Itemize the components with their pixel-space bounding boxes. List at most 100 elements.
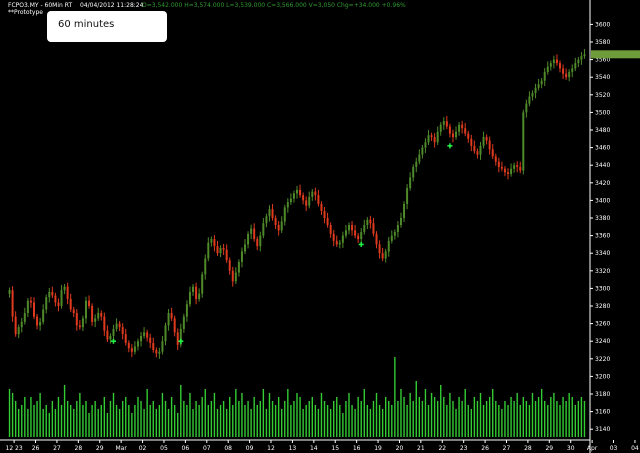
price-bar-down <box>369 215 372 229</box>
bar-body <box>222 247 225 250</box>
price-bar-up <box>543 67 546 86</box>
price-bar-up <box>406 184 409 210</box>
price-bar-down <box>88 295 91 309</box>
price-bar-up <box>292 190 295 203</box>
bar-body <box>448 126 451 134</box>
price-bar-up <box>390 230 393 244</box>
price-bar-up <box>133 341 136 355</box>
price-bar-down <box>323 207 326 224</box>
price-bar-down <box>152 337 155 353</box>
price-bar-up <box>23 307 26 325</box>
bar-body <box>118 323 121 328</box>
price-bar-up <box>268 205 271 222</box>
price-bar-up <box>247 231 250 249</box>
price-bar-down <box>445 115 448 130</box>
price-bar-up <box>439 122 442 136</box>
price-bar-up <box>528 91 531 107</box>
bar-body <box>198 293 201 299</box>
bar-body <box>299 189 302 196</box>
bar-body <box>552 59 555 64</box>
bar-body <box>531 93 534 97</box>
price-bar-down <box>555 54 558 66</box>
bar-body <box>347 225 350 231</box>
price-bar-down <box>32 297 35 320</box>
bar-body <box>500 166 503 169</box>
bar-body <box>415 161 418 167</box>
bar-body <box>39 321 42 326</box>
price-bar-up <box>436 126 439 145</box>
price-bar-up <box>81 315 84 332</box>
x-tick-label: 05 <box>160 445 168 452</box>
y-tick-label: 3540 <box>595 74 610 81</box>
bar-body <box>577 59 580 64</box>
price-bar-down <box>100 310 103 321</box>
price-chart[interactable]: FCPO3.MY - 60Min RT 04/04/2012 11:28:24 … <box>0 0 640 453</box>
x-tick-label: 28 <box>75 445 83 452</box>
bar-body <box>363 225 366 233</box>
price-bar-up <box>286 198 289 213</box>
price-bar-down <box>488 136 491 155</box>
price-bar-down <box>170 307 173 321</box>
signal-markers <box>111 143 453 344</box>
bar-body <box>513 165 516 169</box>
price-bar-down <box>335 235 338 248</box>
bar-body <box>289 198 292 203</box>
x-tick-label: 21 <box>417 445 425 452</box>
price-bar-up <box>198 288 201 302</box>
bar-body <box>152 342 155 350</box>
bar-body <box>164 325 167 342</box>
bar-body <box>115 323 118 329</box>
bar-body <box>167 313 170 326</box>
x-tick-label: 07 <box>203 445 211 452</box>
price-bar-down <box>332 229 335 247</box>
price-bar-up <box>409 172 412 191</box>
bar-body <box>439 124 442 132</box>
bar-body <box>286 202 289 208</box>
bar-body <box>228 260 231 271</box>
price-bar-up <box>167 309 170 331</box>
price-bar-up <box>140 331 143 347</box>
y-tick-label: 3340 <box>595 250 610 257</box>
bar-body <box>143 332 146 336</box>
bar-body <box>17 327 20 335</box>
bar-body <box>237 262 240 273</box>
bar-body <box>433 137 436 143</box>
bar-body <box>265 216 268 224</box>
x-tick-label: 26 <box>32 445 40 452</box>
bar-body <box>210 239 213 243</box>
price-bar-up <box>20 317 23 333</box>
price-bar-up <box>344 225 347 239</box>
price-bar-up <box>240 247 243 268</box>
bar-body <box>48 291 51 298</box>
bar-body <box>302 195 305 201</box>
bar-body <box>213 239 216 247</box>
y-tick-label: 3280 <box>595 303 610 310</box>
price-bar-down <box>559 60 562 73</box>
y-tick-label: 3600 <box>595 21 610 28</box>
price-bar-down <box>329 222 332 238</box>
bar-body <box>11 290 14 317</box>
price-bar-down <box>29 296 32 308</box>
bar-body <box>479 145 482 155</box>
bar-body <box>470 138 473 146</box>
x-tick-label: 16 <box>353 445 361 452</box>
price-bar-down <box>470 134 473 152</box>
price-bar-up <box>311 188 314 201</box>
price-bar-up <box>296 185 298 199</box>
bar-body <box>418 154 421 162</box>
x-tick-label: 27 <box>53 445 61 452</box>
price-bar-up <box>341 231 344 248</box>
price-bar-up <box>179 323 182 348</box>
price-bar-down <box>372 218 375 237</box>
bar-body <box>81 318 84 328</box>
bar-body <box>176 332 179 345</box>
bar-body <box>23 313 26 322</box>
bar-body <box>161 341 164 352</box>
timeframe-note: 60 minutes <box>47 11 167 42</box>
price-bar-up <box>537 78 540 91</box>
price-bar-up <box>577 56 580 68</box>
price-bar-up <box>396 221 399 238</box>
bar-body <box>540 80 543 85</box>
price-bar-down <box>121 323 124 340</box>
price-bar-up <box>289 193 292 205</box>
